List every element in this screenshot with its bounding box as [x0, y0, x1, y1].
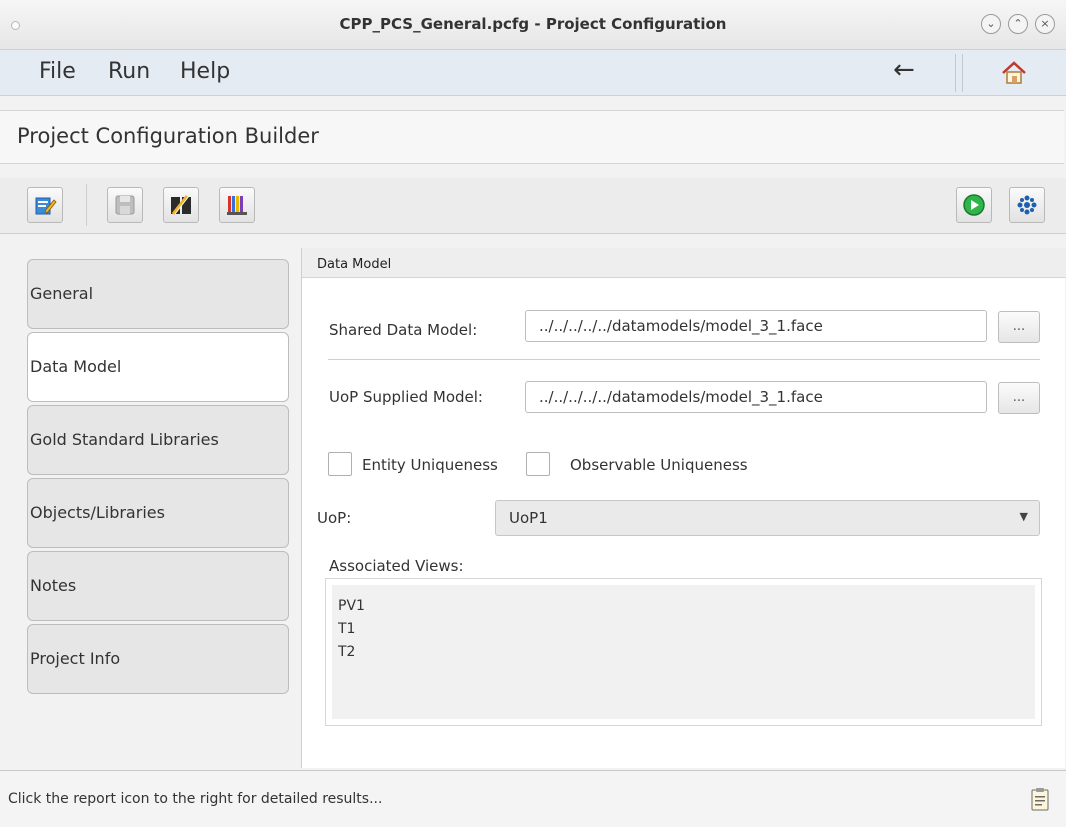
- uop-supplied-model-label: UoP Supplied Model:: [329, 388, 483, 406]
- window-title: CPP_PCS_General.pcfg - Project Configura…: [339, 15, 727, 33]
- status-bar: Click the report icon to the right for d…: [0, 770, 1066, 827]
- close-button[interactable]: ×: [1035, 14, 1055, 34]
- status-text: Click the report icon to the right for d…: [8, 791, 383, 807]
- library-button[interactable]: [219, 187, 255, 223]
- back-arrow-icon[interactable]: ←: [893, 55, 915, 85]
- tab-gold-standard-libraries[interactable]: Gold Standard Libraries: [27, 405, 289, 475]
- tab-label: Data Model: [30, 357, 122, 376]
- list-item[interactable]: T2: [338, 641, 1035, 664]
- list-item[interactable]: T1: [338, 618, 1035, 641]
- builder-header: Project Configuration Builder: [0, 110, 1064, 164]
- minimize-button[interactable]: ⌄: [981, 14, 1001, 34]
- edit-button[interactable]: [27, 187, 63, 223]
- menu-help[interactable]: Help: [180, 59, 230, 84]
- uop-select[interactable]: UoP1 ▼: [495, 500, 1040, 536]
- section-divider: [328, 359, 1040, 360]
- list-item[interactable]: PV1: [338, 595, 1035, 618]
- tab-label: General: [30, 284, 94, 303]
- tab-label: Notes: [30, 576, 77, 595]
- report-icon[interactable]: [1031, 787, 1049, 811]
- uop-selected-value: UoP1: [509, 509, 548, 527]
- toolbar-separator: [86, 184, 87, 226]
- settings-button[interactable]: [1009, 187, 1045, 223]
- edit-icon: [35, 197, 57, 215]
- associated-views-list[interactable]: PV1 T1 T2: [325, 578, 1042, 726]
- chevron-down-icon: ▼: [1019, 510, 1028, 523]
- save-button[interactable]: [107, 187, 143, 223]
- home-icon[interactable]: [1000, 59, 1028, 87]
- shared-data-model-field[interactable]: ../../../../../datamodels/model_3_1.face: [525, 310, 987, 342]
- observable-uniqueness-label: Observable Uniqueness: [570, 456, 748, 474]
- uop-label: UoP:: [317, 509, 352, 527]
- tab-data-model[interactable]: Data Model: [27, 332, 289, 402]
- menu-file[interactable]: File: [39, 59, 76, 84]
- menu-bar: File Run Help ←: [0, 50, 1066, 96]
- entity-uniqueness-label: Entity Uniqueness: [362, 456, 498, 474]
- sidebar: General Data Model Gold Standard Librari…: [0, 236, 300, 768]
- run-button[interactable]: [956, 187, 992, 223]
- title-bar: CPP_PCS_General.pcfg - Project Configura…: [0, 0, 1066, 50]
- tab-project-info[interactable]: Project Info: [27, 624, 289, 694]
- save-icon: [115, 195, 135, 215]
- shared-data-model-label: Shared Data Model:: [329, 321, 478, 339]
- run-icon: [963, 194, 985, 216]
- toolbar: [0, 178, 1066, 234]
- tab-label: Objects/Libraries: [30, 503, 165, 522]
- clear-icon: [171, 195, 191, 215]
- data-model-panel: Data Model Shared Data Model: ../../../.…: [301, 248, 1066, 768]
- tab-label: Gold Standard Libraries: [30, 430, 219, 449]
- maximize-button[interactable]: ⌃: [1008, 14, 1028, 34]
- menubar-separator: [955, 54, 963, 92]
- clear-button[interactable]: [163, 187, 199, 223]
- tab-general[interactable]: General: [27, 259, 289, 329]
- tab-label: Project Info: [30, 649, 121, 668]
- uop-supplied-browse-button[interactable]: ...: [998, 382, 1040, 414]
- uop-supplied-model-field[interactable]: ../../../../../datamodels/model_3_1.face: [525, 381, 987, 413]
- entity-uniqueness-checkbox[interactable]: [328, 452, 352, 476]
- page-title: Project Configuration Builder: [17, 124, 319, 148]
- settings-icon: [1017, 195, 1037, 215]
- panel-title: Data Model: [302, 248, 1066, 278]
- associated-views-label: Associated Views:: [329, 557, 464, 575]
- observable-uniqueness-checkbox[interactable]: [526, 452, 550, 476]
- tab-notes[interactable]: Notes: [27, 551, 289, 621]
- tab-objects-libraries[interactable]: Objects/Libraries: [27, 478, 289, 548]
- shared-browse-button[interactable]: ...: [998, 311, 1040, 343]
- library-icon: [227, 196, 247, 215]
- menu-run[interactable]: Run: [108, 59, 150, 84]
